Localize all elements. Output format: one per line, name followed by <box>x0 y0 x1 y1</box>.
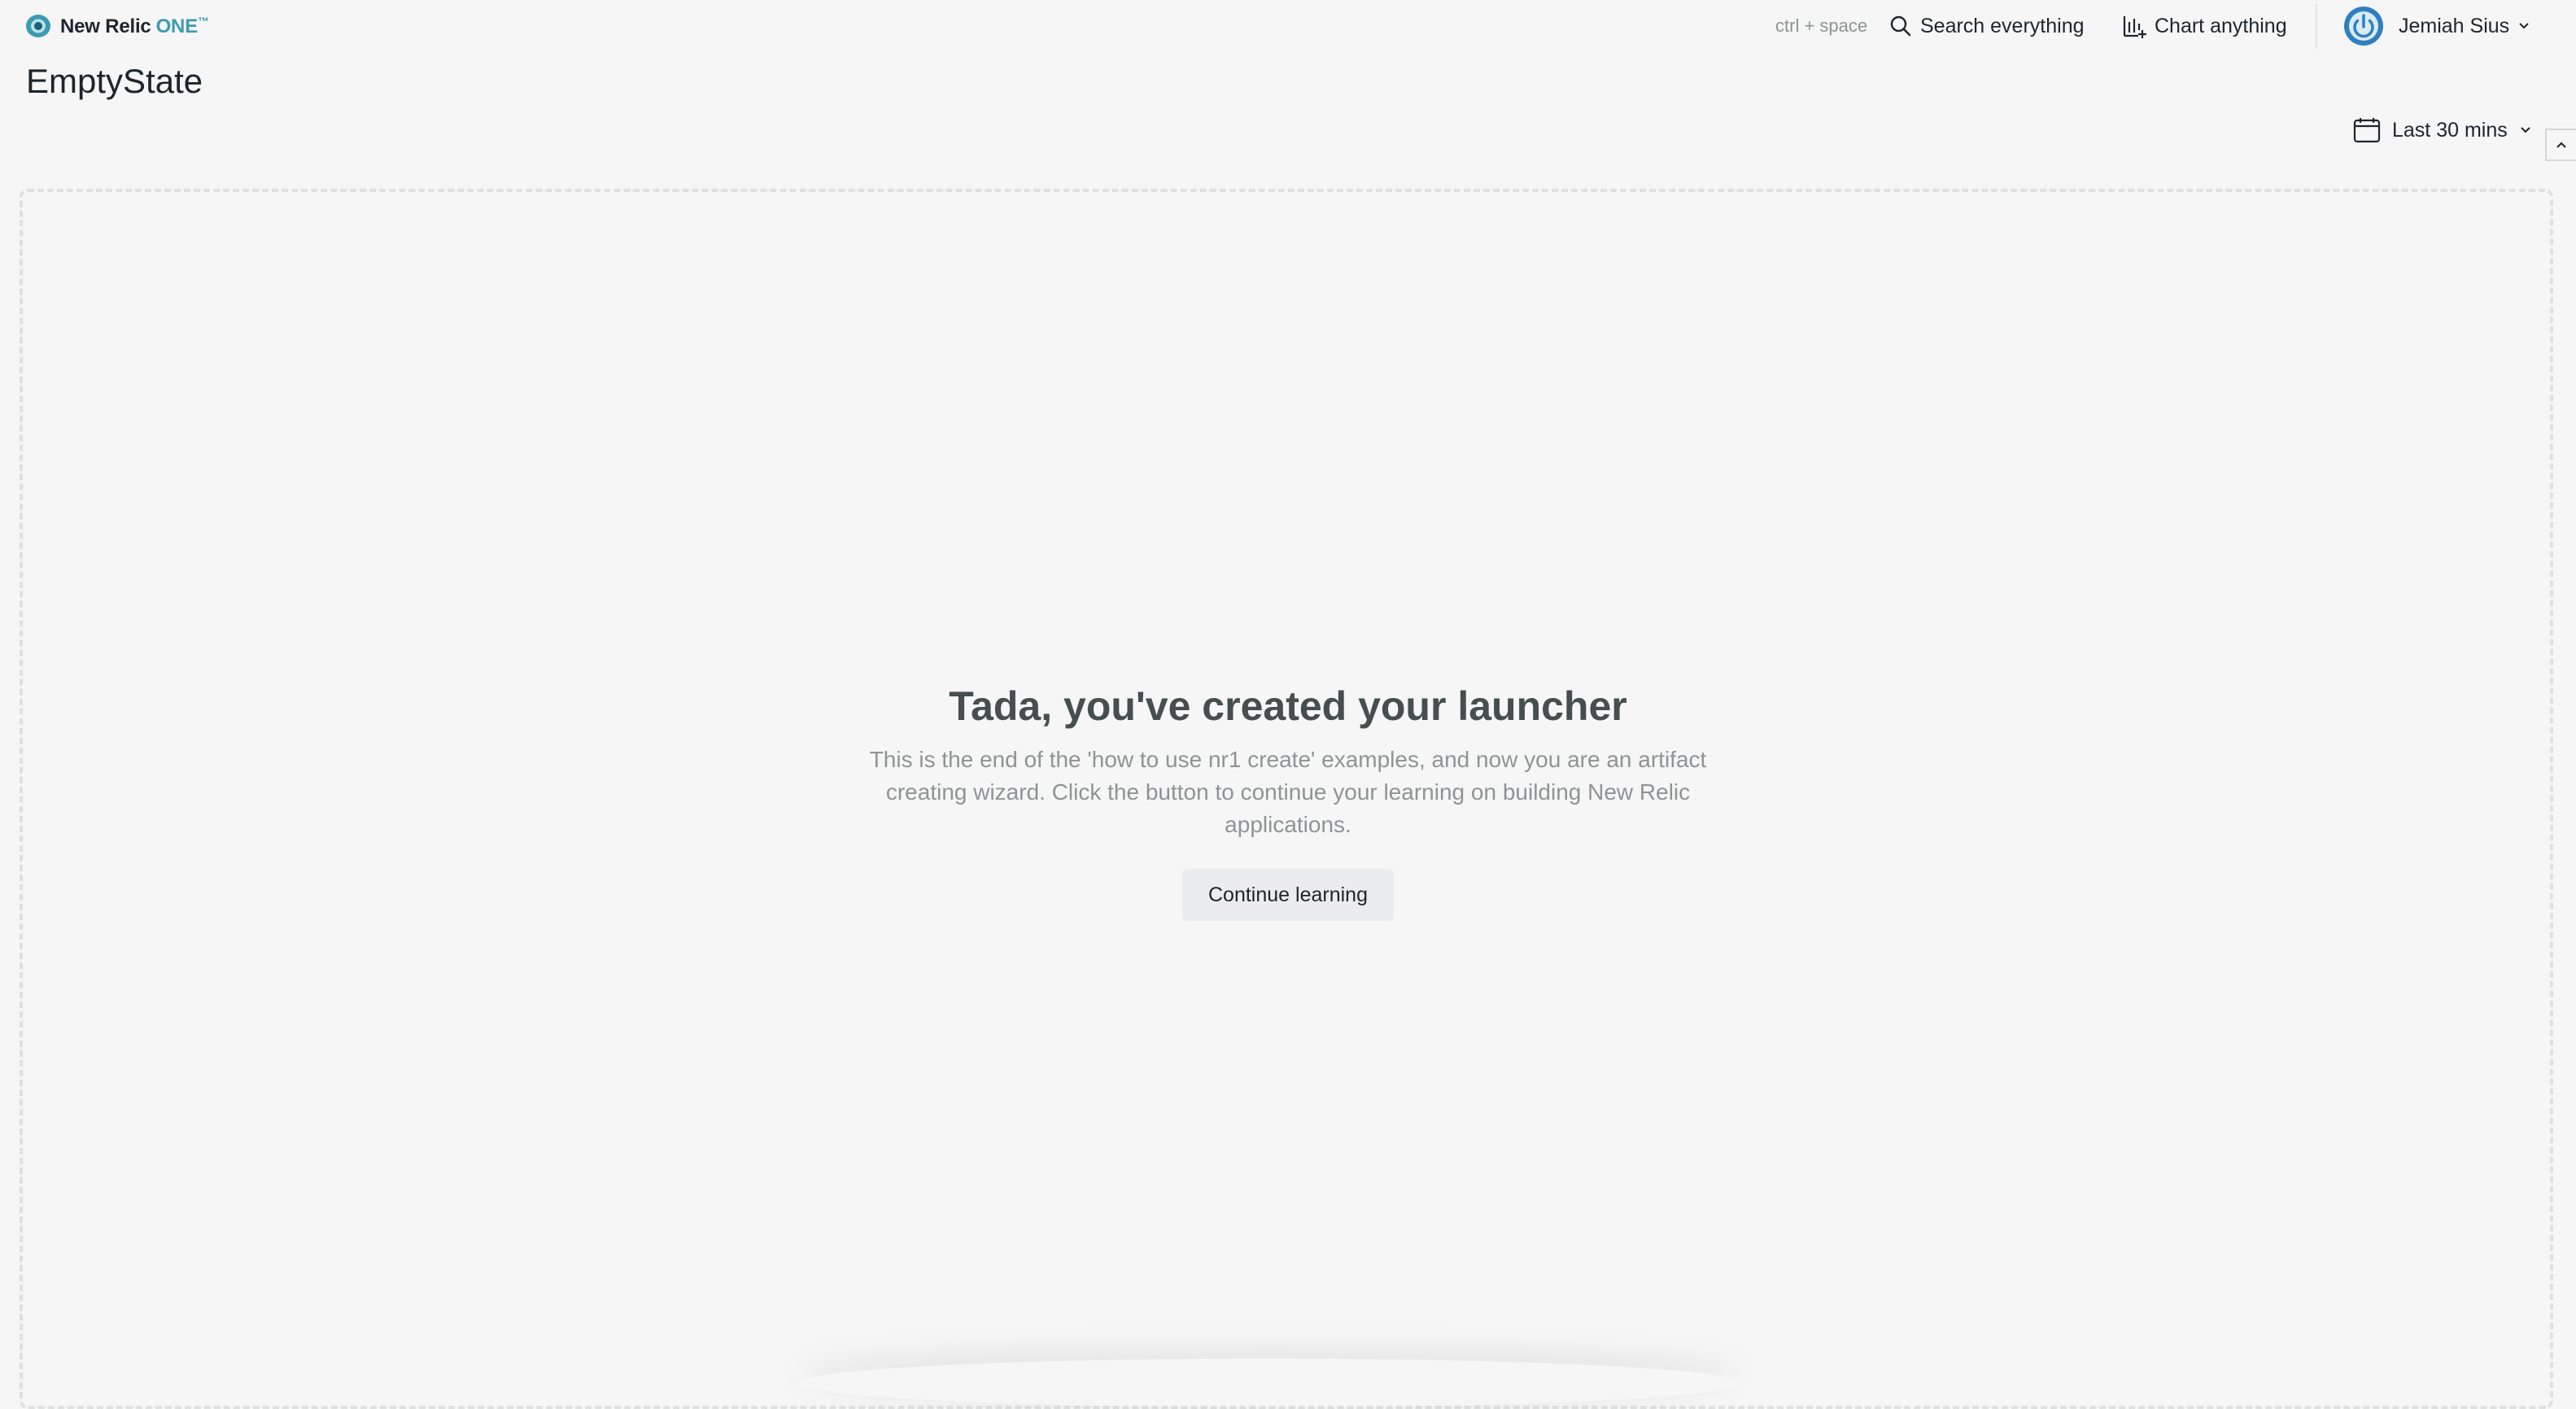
user-avatar-icon <box>2344 7 2383 46</box>
page-title: EmptyState <box>26 62 203 100</box>
continue-learning-button[interactable]: Continue learning <box>1182 869 1394 921</box>
collapse-header-button[interactable] <box>2545 129 2576 161</box>
brand-name: New Relic ONE™ <box>60 15 209 38</box>
search-everything-button[interactable]: Search everything <box>1889 10 2085 42</box>
search-everything-label: Search everything <box>1920 14 2085 37</box>
chevron-down-icon <box>2519 23 2529 29</box>
empty-state-heading: Tada, you've created your launcher <box>949 683 1627 729</box>
new-relic-logo[interactable]: New Relic ONE™ <box>24 13 209 39</box>
empty-state: Tada, you've created your launcher This … <box>0 674 2576 921</box>
search-icon <box>1890 15 1911 37</box>
search-shortcut-hint: ctrl + space <box>1775 15 1868 36</box>
chart-anything-label: Chart anything <box>2155 14 2287 37</box>
chevron-up-icon <box>2556 142 2566 148</box>
empty-state-description: This is the end of the 'how to use nr1 c… <box>869 747 1707 837</box>
user-menu[interactable]: Jemiah Sius <box>2343 5 2530 47</box>
user-name: Jemiah Sius <box>2399 14 2510 37</box>
chevron-down-icon <box>2521 127 2530 133</box>
calendar-icon <box>2353 118 2381 143</box>
top-bar: New Relic ONE™ ctrl + space Search everyt… <box>0 0 2576 52</box>
chart-anything-button[interactable]: Chart anything <box>2122 10 2287 42</box>
time-picker-label: Last 30 mins <box>2392 118 2508 142</box>
topbar-divider <box>2316 3 2317 49</box>
brand-trademark: ™ <box>198 14 209 28</box>
time-picker[interactable]: Last 30 mins <box>2353 112 2532 148</box>
chart-icon <box>2123 16 2146 38</box>
brand-product: ONE <box>155 15 199 37</box>
new-relic-logo-icon <box>26 15 50 37</box>
brand-name-text: New Relic <box>60 15 151 37</box>
bottom-panel-shadow <box>797 1359 1741 1407</box>
